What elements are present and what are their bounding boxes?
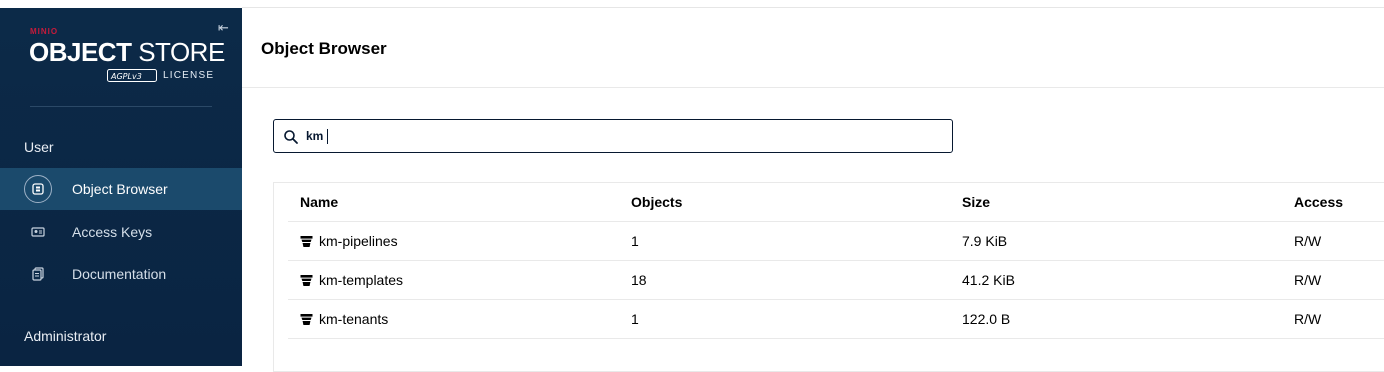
brand-title: OBJECT STORE [29, 38, 225, 66]
text-caret [327, 129, 328, 144]
size-cell: 7.9 KiB [962, 233, 1008, 249]
bucket-icon [300, 314, 313, 325]
brand-store: STORE [138, 37, 225, 67]
objects-cell: 1 [631, 233, 639, 249]
bucket-name: km-pipelines [319, 233, 398, 249]
search-icon [284, 130, 298, 144]
search-box[interactable] [273, 119, 953, 153]
bucket-name: km-tenants [319, 311, 389, 327]
search-input[interactable] [306, 126, 906, 146]
bucket-name: km-templates [319, 272, 404, 288]
collapse-left-icon[interactable]: ⇤ [218, 20, 229, 36]
size-cell: 122.0 B [962, 311, 1011, 327]
agpl-logo-text: AGPLv3 [110, 72, 142, 81]
sidebar: MINIO OBJECT STORE AGPLv3 LICENSE ⇤ User… [0, 8, 242, 366]
buckets-table: Name Objects Size Access km-pipelines 1 … [273, 182, 1384, 372]
access-cell: R/W [1294, 311, 1322, 327]
sidebar-item-label: Documentation [72, 266, 167, 282]
brand-license-row: AGPLv3 LICENSE [107, 68, 214, 82]
sidebar-item-documentation[interactable]: Documentation [0, 253, 242, 295]
section-label-administrator: Administrator [24, 328, 107, 344]
size-cell: 41.2 KiB [962, 272, 1015, 288]
brand-license: LICENSE [163, 69, 215, 81]
column-header-objects[interactable]: Objects [631, 194, 682, 210]
documentation-icon [24, 260, 52, 288]
sidebar-item-label: Object Browser [72, 181, 168, 197]
bucket-icon [300, 236, 313, 247]
agpl-logo: AGPLv3 [107, 68, 157, 82]
bucket-name-cell: km-tenants [300, 311, 388, 327]
bucket-name-cell: km-pipelines [300, 233, 398, 249]
object-browser-icon [24, 175, 52, 203]
table-row[interactable]: km-templates 18 41.2 KiB R/W [288, 261, 1384, 300]
bucket-name-cell: km-templates [300, 272, 403, 288]
table-row[interactable]: km-pipelines 1 7.9 KiB R/W [288, 222, 1384, 261]
page-header: Object Browser [242, 8, 1384, 88]
objects-cell: 1 [631, 311, 639, 327]
access-cell: R/W [1294, 272, 1322, 288]
column-header-name[interactable]: Name [300, 194, 338, 210]
column-header-access[interactable]: Access [1294, 194, 1343, 210]
main-content: Name Objects Size Access km-pipelines 1 … [242, 88, 1384, 372]
sidebar-divider [30, 106, 212, 107]
table-row[interactable]: km-tenants 1 122.0 B R/W [288, 300, 1384, 339]
access-cell: R/W [1294, 233, 1322, 249]
section-label-user: User [24, 139, 54, 155]
brand-minio: MINIO [30, 27, 59, 36]
bucket-icon [300, 275, 313, 286]
objects-cell: 18 [631, 272, 647, 288]
sidebar-item-access-keys[interactable]: Access Keys [0, 211, 242, 253]
column-header-size[interactable]: Size [962, 194, 990, 210]
sidebar-item-label: Access Keys [72, 224, 153, 240]
access-keys-icon [24, 218, 52, 246]
page-title: Object Browser [261, 39, 387, 58]
sidebar-item-object-browser[interactable]: Object Browser [0, 168, 242, 210]
table-header-row: Name Objects Size Access [288, 183, 1384, 222]
brand-object: OBJECT [29, 37, 132, 67]
